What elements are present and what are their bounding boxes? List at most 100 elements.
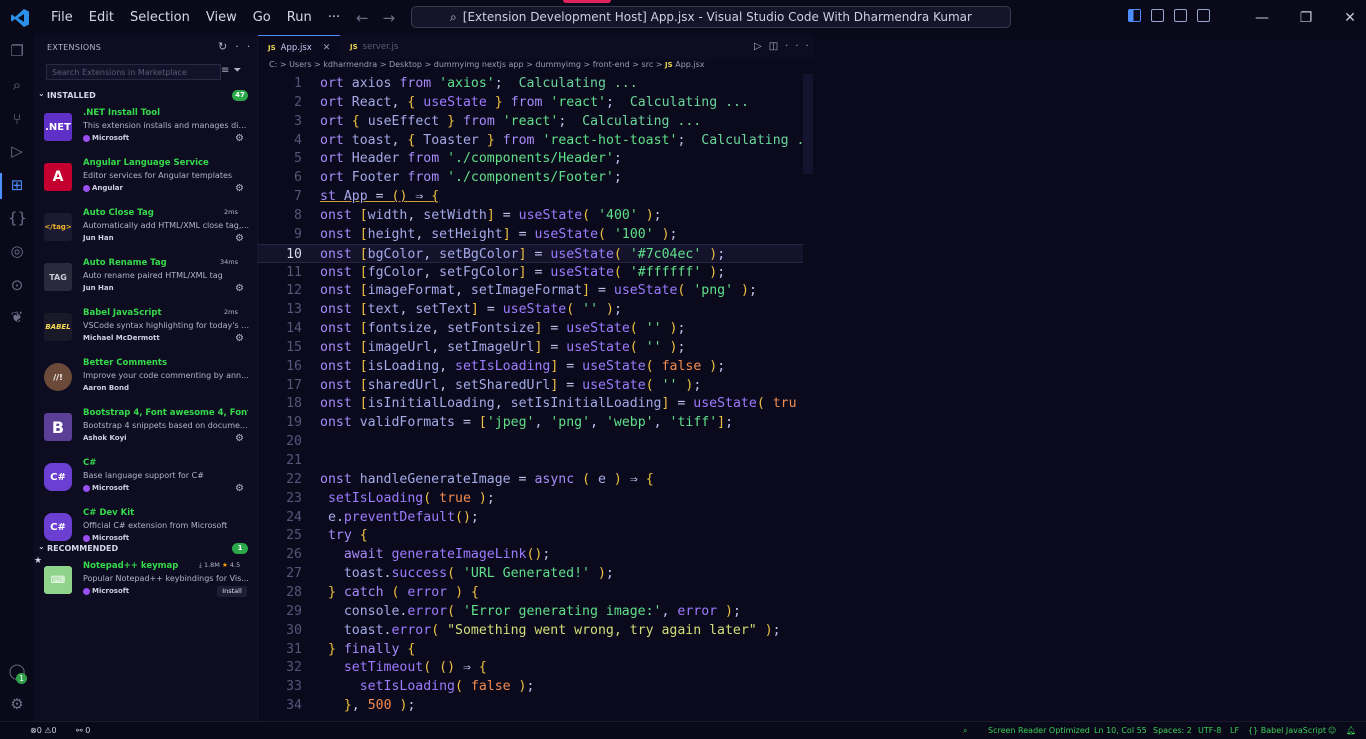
code-line[interactable]: 26 await generateImageLink(); (258, 545, 803, 564)
code-line[interactable]: 23 setIsLoading( true ); (258, 489, 803, 508)
indentation[interactable]: Spaces: 2 (1153, 726, 1192, 735)
manage-gear-icon[interactable]: ⚙ (235, 333, 244, 344)
manage-gear-icon[interactable]: ⚙ (235, 183, 244, 194)
breadcrumb-item[interactable]: C: (269, 60, 277, 69)
menu-view[interactable]: View (198, 10, 245, 25)
run-file-icon[interactable]: ▷ (754, 41, 769, 52)
menu-selection[interactable]: Selection (122, 10, 198, 25)
minimap[interactable] (803, 74, 813, 174)
manage-gear-icon[interactable]: ⚙ (235, 483, 244, 494)
code-line[interactable]: 19 onst validFormats = ['jpeg', 'png', 'w… (258, 413, 803, 432)
problems-status[interactable]: ⊗0 ⚠0 (30, 726, 57, 735)
manage-gear-icon[interactable]: ⚙ (235, 433, 244, 444)
forward-arrow-icon[interactable]: → (383, 9, 410, 27)
encoding[interactable]: UTF-8 (1198, 726, 1221, 735)
filter-icon[interactable]: ⏷ (233, 65, 245, 76)
code-line[interactable]: 13 onst [text, setText] = useState( '' ); (258, 300, 803, 319)
extension-item[interactable]: .NET .NET Install Tool This extension in… (34, 106, 256, 156)
source-control-icon[interactable]: ⑂ (8, 110, 26, 128)
code-line[interactable]: 27 toast.success( 'URL Generated!' ); (258, 564, 803, 583)
vertical-scrollbar[interactable] (1354, 35, 1366, 721)
menu-run[interactable]: Run (279, 10, 320, 25)
code-line[interactable]: 20 (258, 432, 803, 451)
zoom-icon[interactable]: ⌕ (963, 726, 967, 736)
github-actions-icon[interactable]: ◎ (8, 242, 26, 260)
code-line[interactable]: 33 setIsLoading( false ); (258, 677, 803, 696)
recommended-extension-item[interactable]: ★ ⌨ Notepad++ keymap ⤓ 1.8M ★ 4.5 Popula… (34, 556, 256, 609)
code-line[interactable]: 18 onst [isInitialLoading, setIsInitialLo… (258, 394, 803, 413)
code-line[interactable]: 16 onst [isLoading, setIsLoading] = useSt… (258, 357, 803, 376)
install-button[interactable]: Install (217, 586, 247, 597)
extension-item[interactable]: TAG Auto Rename Tag 34ms Auto rename pai… (34, 256, 256, 306)
code-line[interactable]: 34 }, 500 ); (258, 696, 803, 715)
code-line[interactable]: 12 onst [imageFormat, setImageFormat] = u… (258, 281, 803, 300)
back-arrow-icon[interactable]: ← (356, 9, 383, 27)
code-line[interactable]: 22 onst handleGenerateImage = async ( e )… (258, 470, 803, 489)
restore-icon[interactable]: ❐ (1284, 10, 1328, 26)
extensions-icon[interactable]: ⊞ (8, 176, 26, 194)
language-mode[interactable]: {} Babel JavaScript (1248, 726, 1326, 735)
breadcrumb-item[interactable]: front-end (593, 60, 630, 69)
code-line[interactable]: 8 onst [width, setWidth] = useState( '400… (258, 206, 803, 225)
mongodb-leaf-icon[interactable]: ❦ (8, 308, 26, 326)
toggle-secondary-sidebar-icon[interactable] (1174, 9, 1187, 22)
cursor-position[interactable]: Ln 10, Col 55 (1094, 726, 1147, 735)
menu-file[interactable]: File (43, 10, 81, 25)
extension-item[interactable]: BABEL Babel JavaScript 2ms VSCode syntax… (34, 306, 256, 356)
end-of-line[interactable]: LF (1230, 726, 1239, 735)
manage-gear-icon[interactable]: ⚙ (235, 283, 244, 294)
screen-reader-status[interactable]: Screen Reader Optimized (988, 726, 1090, 735)
code-line[interactable]: 11 onst [fgColor, setFgColor] = useState(… (258, 263, 803, 282)
menu-edit[interactable]: Edit (81, 10, 122, 25)
code-line[interactable]: 30 toast.error( "Something went wrong, t… (258, 621, 803, 640)
breadcrumb-item[interactable]: Users (289, 60, 311, 69)
ports-status[interactable]: ⚯ 0 (76, 726, 90, 735)
tab-server-js[interactable]: JS server.js (340, 35, 420, 59)
menu-more[interactable]: ··· (320, 10, 348, 25)
extension-item[interactable]: C# C# Base language support for C# Micro… (34, 456, 256, 506)
breadcrumb-item[interactable]: kdharmendra (323, 60, 377, 69)
code-line[interactable]: 28 } catch ( error ) { (258, 583, 803, 602)
code-line[interactable]: 15 onst [imageUrl, setImageUrl] = useStat… (258, 338, 803, 357)
explorer-icon[interactable]: ❐ (8, 42, 26, 60)
code-line[interactable]: 24 e.preventDefault(); (258, 508, 803, 527)
code-editor[interactable]: 1 ort axios from 'axios'; Calculating ...… (258, 74, 803, 719)
code-line[interactable]: 3 ort { useEffect } from 'react'; Calcula… (258, 112, 803, 131)
tab-app-jsx[interactable]: JS App.jsx ✕ (258, 35, 340, 59)
extension-item[interactable]: A Angular Language Service Editor servic… (34, 156, 256, 206)
code-line[interactable]: 1 ort axios from 'axios'; Calculating ... (258, 74, 803, 93)
extension-item[interactable]: //! Better Comments Improve your code co… (34, 356, 256, 406)
code-line[interactable]: 32 setTimeout( () ⇒ { (258, 658, 803, 677)
json-icon[interactable]: {} (8, 209, 27, 227)
extension-item[interactable]: </tag> Auto Close Tag 2ms Automatically … (34, 206, 256, 256)
breadcrumb-item[interactable]: Desktop (389, 60, 422, 69)
extension-item[interactable]: B Bootstrap 4, Font awesome 4, Font A...… (34, 406, 256, 456)
toggle-primary-sidebar-icon[interactable] (1128, 9, 1141, 22)
close-icon[interactable]: ✕ (1328, 10, 1366, 26)
manage-gear-icon[interactable]: ⚙ (235, 233, 244, 244)
code-line[interactable]: 21 (258, 451, 803, 470)
code-line[interactable]: 10 onst [bgColor, setBgColor] = useState(… (258, 243, 803, 263)
code-line[interactable]: 7 st App = () ⇒ { (258, 187, 803, 206)
installed-section-header[interactable]: ⌄ INSTALLED 47 (34, 89, 256, 103)
extensions-search-input[interactable]: Search Extensions in Marketplace (46, 64, 221, 80)
notifications-bell-icon[interactable]: 🔔︎ (1346, 726, 1356, 735)
manage-gear-icon[interactable]: ⚙ (235, 133, 244, 144)
toggle-panel-icon[interactable] (1151, 9, 1164, 22)
code-line[interactable]: 5 ort Header from './components/Header'; (258, 149, 803, 168)
code-line[interactable]: 31 } finally { (258, 640, 803, 659)
code-line[interactable]: 25 try { (258, 526, 803, 545)
feedback-icon[interactable]: ☺ (1328, 726, 1336, 735)
breadcrumb-item[interactable]: dummyimg (535, 60, 581, 69)
breadcrumb-item[interactable]: App.jsx (675, 60, 704, 69)
code-line[interactable]: 9 onst [height, setHeight] = useState( '1… (258, 225, 803, 244)
breadcrumb-item[interactable]: dummyimg nextjs app (434, 60, 524, 69)
refresh-icon[interactable]: ↻ (218, 40, 235, 53)
settings-gear-icon[interactable]: ⚙ (8, 695, 26, 713)
menu-go[interactable]: Go (245, 10, 279, 25)
timeline-icon[interactable]: ⊙ (8, 276, 26, 294)
clear-list-icon[interactable]: ≡ (221, 65, 233, 76)
code-line[interactable]: 6 ort Footer from './components/Footer'; (258, 168, 803, 187)
more-actions-icon[interactable]: ··· (785, 41, 816, 52)
extension-item[interactable]: C# C# Dev Kit Official C# extension from… (34, 506, 256, 542)
